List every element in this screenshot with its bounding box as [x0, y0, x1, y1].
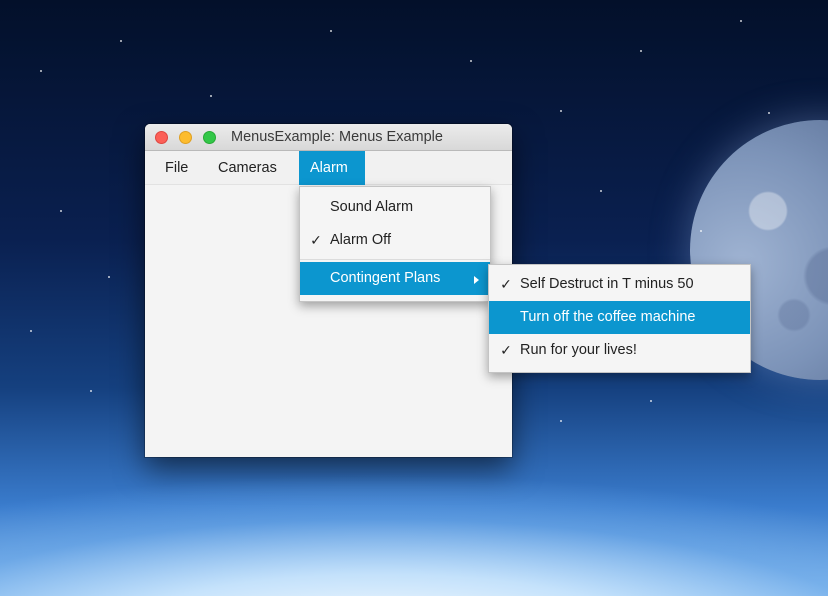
window-title: MenusExample: Menus Example	[231, 129, 443, 145]
menu-item-label: Contingent Plans	[330, 270, 441, 286]
menu-item-turn-off-coffee-machine[interactable]: Turn off the coffee machine	[489, 301, 750, 334]
menu-item-label: Run for your lives!	[520, 342, 637, 358]
menu-item-label: Alarm Off	[330, 232, 391, 248]
close-window-button[interactable]	[155, 131, 168, 144]
menu-separator	[300, 259, 490, 260]
checkmark-icon: ✓	[310, 232, 322, 248]
menu-item-label: Turn off the coffee machine	[520, 309, 696, 325]
star	[600, 190, 602, 192]
submenu-arrow-icon	[474, 276, 479, 284]
star	[90, 390, 92, 392]
menu-item-label: Self Destruct in T minus 50	[520, 276, 694, 292]
maximize-window-button[interactable]	[203, 131, 216, 144]
star	[640, 50, 642, 52]
menu-item-run-for-your-lives[interactable]: ✓ Run for your lives!	[489, 334, 750, 367]
star	[470, 60, 472, 62]
menu-cameras[interactable]: Cameras	[208, 151, 287, 185]
star	[650, 400, 652, 402]
star	[60, 210, 62, 212]
menu-bar: File Cameras Alarm	[145, 151, 512, 185]
menu-item-label: Sound Alarm	[330, 199, 414, 215]
star	[560, 420, 562, 422]
alarm-menu-popup: Sound Alarm ✓ Alarm Off Contingent Plans	[299, 186, 491, 302]
star	[768, 112, 770, 114]
star	[120, 40, 122, 42]
star	[40, 70, 42, 72]
menu-file[interactable]: File	[155, 151, 198, 185]
checkmark-icon: ✓	[500, 342, 512, 358]
title-bar[interactable]: MenusExample: Menus Example	[145, 124, 512, 151]
star	[108, 276, 110, 278]
star	[330, 30, 332, 32]
star	[560, 110, 562, 112]
minimize-window-button[interactable]	[179, 131, 192, 144]
checkmark-icon: ✓	[500, 276, 512, 292]
star	[700, 230, 702, 232]
star	[210, 95, 212, 97]
contingent-plans-submenu: ✓ Self Destruct in T minus 50 Turn off t…	[488, 264, 751, 373]
star	[740, 20, 742, 22]
menu-item-sound-alarm[interactable]: Sound Alarm	[300, 191, 490, 224]
menu-item-alarm-off[interactable]: ✓ Alarm Off	[300, 224, 490, 257]
menu-item-self-destruct[interactable]: ✓ Self Destruct in T minus 50	[489, 268, 750, 301]
star	[30, 330, 32, 332]
menu-item-contingent-plans[interactable]: Contingent Plans	[300, 262, 490, 295]
menu-alarm[interactable]: Alarm	[299, 151, 365, 185]
